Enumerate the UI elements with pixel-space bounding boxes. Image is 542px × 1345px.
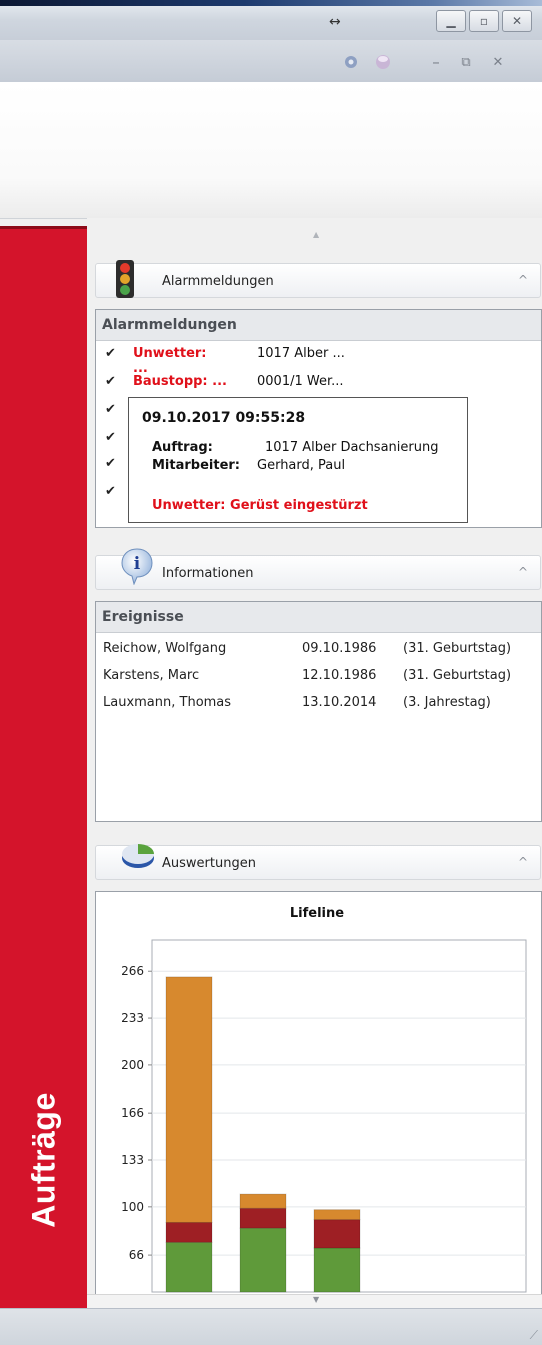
bar-segment[interactable] <box>239 1207 287 1229</box>
tooltip-mitarbeiter-label: Mitarbeiter: <box>152 458 241 473</box>
bar-segment[interactable] <box>165 1241 213 1293</box>
info-bubble-icon: i <box>121 548 153 585</box>
info-group-title: Informationen <box>162 566 254 581</box>
bar-segment[interactable] <box>239 1227 287 1293</box>
window-close-button[interactable]: ✕ <box>502 10 532 32</box>
traffic-light-icon <box>116 260 134 298</box>
collapse-up-icon[interactable]: ▲ <box>313 230 319 239</box>
event-name: Reichow, Wolfgang <box>103 641 227 656</box>
alarm-group-title: Alarmmeldungen <box>162 274 274 289</box>
check-icon: ✔ <box>105 374 116 389</box>
events-panel: Ereignisse <box>95 601 542 822</box>
pie-chart-icon <box>122 844 154 868</box>
bar-segment[interactable] <box>165 976 213 1223</box>
eval-group-header[interactable]: Auswertungen ^ <box>95 844 541 880</box>
tooltip-datetime: 09.10.2017 09:55:28 <box>142 410 306 426</box>
alarm-text: 1017 Alber ... <box>257 346 345 361</box>
resize-arrows-icon[interactable]: ↔ <box>329 14 341 30</box>
y-tick-label: 66 <box>129 1248 144 1262</box>
check-icon: ✔ <box>105 402 116 417</box>
bar-segment[interactable] <box>313 1209 361 1221</box>
resize-grip-icon[interactable]: ⟋ <box>530 1328 538 1343</box>
bar-segment[interactable] <box>165 1221 213 1243</box>
event-name: Karstens, Marc <box>103 668 200 683</box>
bar-segment[interactable] <box>313 1247 361 1293</box>
event-note: (31. Geburtstag) <box>403 668 512 683</box>
bar-segment[interactable] <box>313 1219 361 1249</box>
event-note: (31. Geburtstag) <box>403 641 512 656</box>
y-tick-label: 266 <box>121 964 144 978</box>
tooltip-auftrag-label: Auftrag: <box>152 440 213 455</box>
tooltip-auftrag-value: 1017 Alber Dachsanierung <box>265 440 439 455</box>
check-icon: ✔ <box>105 456 116 471</box>
y-tick-label: 133 <box>121 1153 144 1167</box>
y-tick-label: 200 <box>121 1058 144 1072</box>
theme-ball-icon[interactable] <box>373 52 393 72</box>
bar-segment[interactable] <box>239 1193 287 1209</box>
check-icon: ✔ <box>105 346 116 361</box>
alarm-group-header[interactable]: Alarmmeldungen ^ <box>95 260 541 298</box>
y-tick-label: 233 <box>121 1011 144 1025</box>
chevron-up-icon[interactable]: ^ <box>518 565 528 579</box>
svg-text:i: i <box>134 554 141 574</box>
gear-icon[interactable] <box>341 52 361 72</box>
event-name: Lauxmann, Thomas <box>103 695 232 710</box>
chevron-up-icon[interactable]: ^ <box>518 273 528 287</box>
eval-group-title: Auswertungen <box>162 856 256 871</box>
ribbon-area <box>0 82 542 219</box>
sidebar-label: Aufträge <box>25 1092 62 1228</box>
alarm-panel-header: Alarmmeldungen <box>96 310 541 341</box>
event-date: 13.10.2014 <box>302 695 377 710</box>
window-maximize-button[interactable]: ▫ <box>469 10 499 32</box>
check-icon: ✔ <box>105 430 116 445</box>
mdi-close-icon[interactable]: ✕ <box>488 52 508 72</box>
info-group-header[interactable]: i Informationen ^ <box>95 548 541 590</box>
alarm-tooltip: 09.10.2017 09:55:28 Auftrag: 1017 Alber … <box>128 397 468 523</box>
alarm-text: 0001/1 Wer... <box>257 374 344 389</box>
y-tick-label: 100 <box>121 1200 144 1214</box>
chevron-down-icon[interactable]: ▼ <box>313 1295 319 1304</box>
alarm-type: Unwetter: ... <box>133 346 207 376</box>
window-minimize-button[interactable]: ▁ <box>436 10 466 32</box>
event-date: 09.10.1986 <box>302 641 377 656</box>
chart-title: Lifeline <box>290 906 344 921</box>
mdi-minimize-icon[interactable]: – <box>426 52 446 72</box>
event-date: 12.10.1986 <box>302 668 377 683</box>
scroll-down-bar[interactable]: ▼ <box>87 1294 542 1309</box>
title-bar: ↔ ▁ ▫ ✕ <box>0 0 542 40</box>
events-panel-header: Ereignisse <box>96 602 541 633</box>
y-tick-label: 166 <box>121 1106 144 1120</box>
lifeline-chart: Lifeline 66 100 133 166 200 233 266 <box>121 906 527 1293</box>
app-menu-bar: – ⧉ ✕ <box>0 40 542 83</box>
tooltip-mitarbeiter-value: Gerhard, Paul <box>257 458 346 473</box>
check-icon: ✔ <box>105 484 116 499</box>
alarm-type: Baustopp: ... <box>133 374 227 389</box>
chevron-up-icon[interactable]: ^ <box>518 855 528 869</box>
mdi-restore-icon[interactable]: ⧉ <box>456 52 476 72</box>
tooltip-message: Unwetter: Gerüst eingestürzt <box>152 498 368 513</box>
status-bar: ⟋ <box>0 1308 542 1345</box>
event-note: (3. Jahrestag) <box>403 695 491 710</box>
